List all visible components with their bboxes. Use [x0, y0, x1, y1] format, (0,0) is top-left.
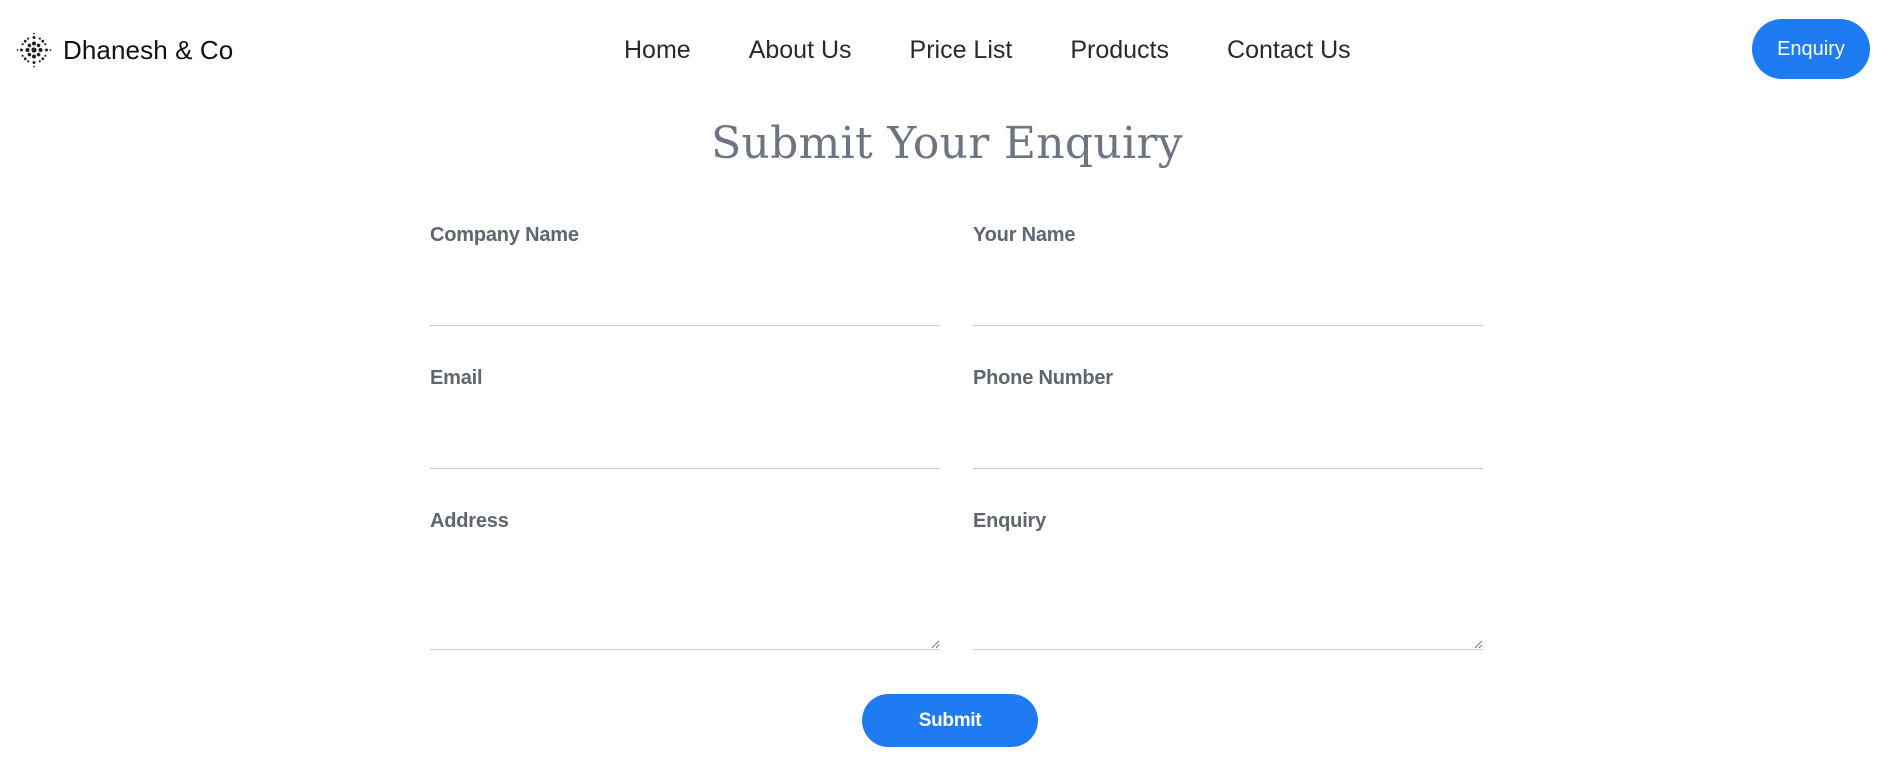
- phone-number-input[interactable]: [973, 431, 1483, 469]
- submit-button[interactable]: Submit: [862, 694, 1038, 747]
- page-title: Submit Your Enquiry: [711, 118, 1183, 169]
- nav-item-products[interactable]: Products: [1070, 36, 1169, 65]
- phone-number-field-group: Phone Number: [973, 367, 1483, 473]
- address-field-group: Address: [430, 510, 940, 652]
- company-name-input[interactable]: [430, 288, 940, 326]
- nav-item-price-list[interactable]: Price List: [910, 36, 1013, 65]
- nav-item-about-us[interactable]: About Us: [749, 36, 852, 65]
- your-name-field-group: Your Name: [973, 224, 1483, 330]
- email-field-group: Email: [430, 367, 940, 473]
- brand[interactable]: Dhanesh & Co: [16, 30, 233, 70]
- enquiry-button[interactable]: Enquiry: [1752, 19, 1870, 79]
- site-header: Dhanesh & Co Home About Us Price List Pr…: [0, 0, 1894, 100]
- enquiry-label: Enquiry: [973, 510, 1047, 532]
- brand-name: Dhanesh & Co: [63, 34, 234, 65]
- nav-item-contact-us[interactable]: Contact Us: [1227, 36, 1351, 65]
- enquiry-textarea[interactable]: [973, 550, 1483, 650]
- your-name-input[interactable]: [973, 288, 1483, 326]
- main-nav: Home About Us Price List Products Contac…: [624, 30, 1351, 70]
- sparkle-dots-logo-icon: [16, 32, 52, 68]
- your-name-label: Your Name: [973, 224, 1076, 246]
- address-label: Address: [430, 510, 509, 532]
- nav-item-home[interactable]: Home: [624, 36, 691, 65]
- email-label: Email: [430, 367, 483, 389]
- enquiry-field-group: Enquiry: [973, 510, 1483, 652]
- address-textarea[interactable]: [430, 550, 940, 650]
- email-input[interactable]: [430, 431, 940, 469]
- company-name-label: Company Name: [430, 224, 579, 246]
- phone-number-label: Phone Number: [973, 367, 1113, 389]
- company-name-field-group: Company Name: [430, 224, 940, 330]
